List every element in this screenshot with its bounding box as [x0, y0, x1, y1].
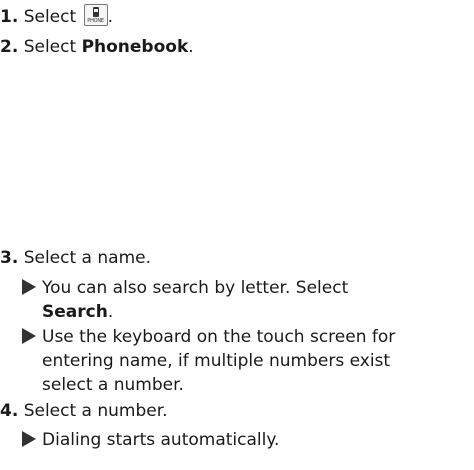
note-keyboard-line2: entering name, if multiple numbers exist: [22, 349, 390, 373]
step-1: 1. Select PHONE.: [0, 4, 113, 29]
phonebook-label: Phonebook: [81, 37, 189, 57]
step-text: Select: [23, 7, 82, 27]
search-label: Search: [42, 302, 108, 322]
step-text: Select a number.: [23, 401, 168, 421]
step-number: 4.: [0, 401, 19, 421]
step-4: 4. Select a number.: [0, 399, 168, 423]
step-text-end: .: [107, 7, 113, 27]
phone-icon-label: PHONE: [87, 18, 104, 24]
note-line: Use the keyboard on the touch screen for: [42, 327, 396, 347]
arrow-icon: [22, 279, 36, 295]
note-line: Dialing starts automatically.: [42, 430, 280, 450]
step-text-end: .: [188, 37, 194, 57]
step-text: Select a name.: [23, 248, 151, 268]
note-keyboard-line3: select a number.: [22, 373, 184, 397]
step-number: 2.: [0, 37, 19, 57]
instruction-page: 1. Select PHONE. 2. Select Phonebook. 3.…: [0, 0, 474, 470]
note-line: You can also search by letter. Select: [42, 278, 349, 298]
step-text: Select: [23, 37, 82, 57]
note-search-by-letter: You can also search by letter. Select: [22, 276, 348, 300]
note-line: select a number.: [42, 375, 184, 395]
step-number: 3.: [0, 248, 19, 268]
step-number: 1.: [0, 7, 19, 27]
note-line-end: .: [107, 302, 114, 322]
step-2: 2. Select Phonebook.: [0, 35, 194, 59]
arrow-icon: [22, 328, 36, 344]
note-search-line2: Search.: [22, 300, 113, 324]
phone-button-icon: PHONE: [83, 4, 108, 26]
arrow-icon: [22, 431, 36, 447]
step-3: 3. Select a name.: [0, 246, 151, 270]
note-dialing: Dialing starts automatically.: [22, 428, 279, 452]
note-line: entering name, if multiple numbers exist: [42, 351, 391, 371]
note-keyboard: Use the keyboard on the touch screen for: [22, 325, 395, 349]
